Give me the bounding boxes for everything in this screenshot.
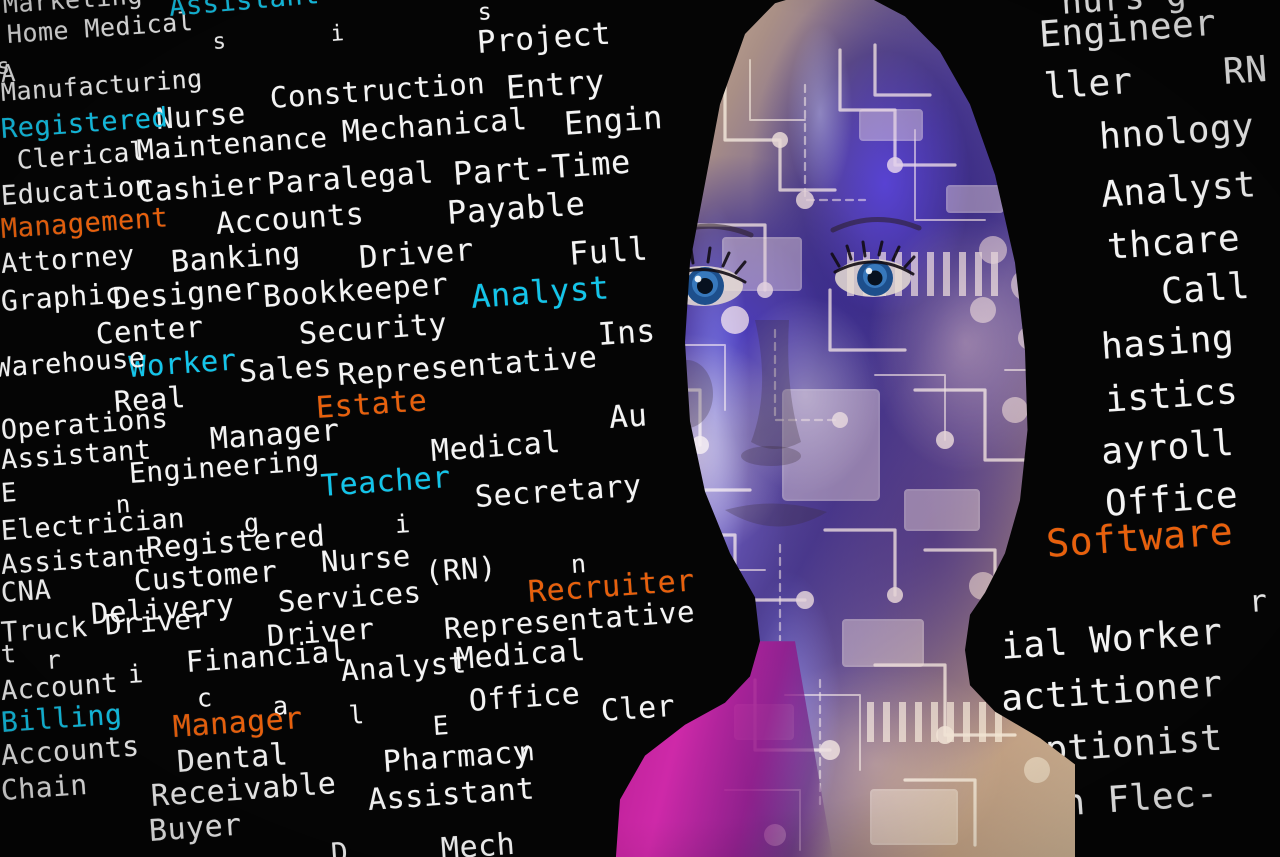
word-ins: Ins — [596, 312, 657, 353]
word-ayroll: ayroll — [1099, 422, 1236, 473]
word-payable: Payable — [445, 184, 587, 232]
word-accounts: Accounts — [0, 729, 141, 772]
word-financial: Financial — [184, 633, 349, 679]
word-assistant: Assistant — [167, 0, 321, 23]
word-pharmacy: Pharmacy — [381, 734, 533, 780]
word-hasing: hasing — [1099, 317, 1236, 368]
word-bookkeeper: Bookkeeper — [261, 267, 450, 315]
word-security: Security — [297, 306, 449, 352]
word-rn: RN — [1221, 48, 1269, 93]
word-r: r — [1247, 583, 1269, 620]
word-t: t — [0, 638, 18, 669]
word-analyst: Analyst — [469, 268, 611, 316]
word-graphic: Graphic — [0, 276, 124, 318]
word-i: i — [126, 658, 145, 689]
word-r: r — [44, 644, 63, 675]
word-assistant: Assistant — [366, 771, 536, 818]
word-ller: ller — [1042, 60, 1135, 108]
word-chain: Chain — [0, 767, 89, 807]
word-attorney: Attorney — [0, 239, 136, 280]
word-thcare: thcare — [1105, 217, 1242, 268]
word-designer: Designer — [111, 271, 263, 317]
image-canvas: MarketingHome MedicalAssistantsissAProje… — [0, 0, 1280, 857]
word-center: Center — [94, 309, 205, 351]
word-services: Services — [276, 574, 423, 619]
word-cashier: Cashier — [135, 166, 264, 209]
word-teacher: Teacher — [319, 459, 452, 504]
word-d: D — [329, 835, 350, 857]
word-engin: Engin — [562, 98, 665, 143]
word-buyer: Buyer — [147, 807, 243, 849]
word-e: E — [431, 710, 451, 742]
job-titles-word-cloud: MarketingHome MedicalAssistantsissAProje… — [0, 0, 1280, 857]
word-secretary: Secretary — [473, 468, 643, 515]
word-cna: CNA — [0, 574, 53, 609]
word-banking: Banking — [169, 235, 302, 280]
word-manufacturing: Manufacturing — [0, 63, 204, 107]
word-s: s — [476, 0, 493, 26]
word-rn: (RN) — [423, 549, 498, 589]
word-project: Project — [475, 15, 613, 61]
word-istics: istics — [1103, 370, 1240, 421]
right-eye — [830, 217, 922, 297]
word-l: l — [347, 699, 366, 730]
word-full: Full — [567, 229, 650, 273]
word-software: Software — [1044, 508, 1235, 566]
word-medical: Medical — [454, 632, 587, 677]
word-clerical: Clerical — [15, 136, 147, 176]
word-s: s — [211, 29, 228, 55]
word-mech: Mech — [439, 826, 517, 857]
word-paralegal: Paralegal — [265, 155, 435, 202]
word-analyst: Analyst — [339, 645, 468, 688]
word-representative: Representative — [336, 339, 599, 393]
word-mechanical: Mechanical — [340, 102, 529, 150]
word-au: Au — [607, 397, 649, 436]
word-i: i — [329, 21, 346, 47]
word-hnology: hnology — [1097, 106, 1256, 158]
word-medical: Medical — [429, 424, 562, 469]
word-actitioner: actitioner — [999, 663, 1224, 720]
word-office: Office — [467, 676, 582, 719]
word-truck-driver: Truck Driver — [0, 601, 210, 649]
word-engineering: Engineering — [127, 443, 321, 490]
word-analyst: Analyst — [1099, 164, 1258, 216]
word-cler: Cler — [599, 688, 677, 729]
word-e: E — [0, 477, 19, 509]
word-call: Call — [1159, 265, 1252, 313]
word-sales: Sales — [237, 348, 333, 390]
word-assistant: Assistant — [0, 539, 153, 581]
word-accounts: Accounts — [214, 196, 366, 242]
word-ial-worker: ial Worker — [999, 611, 1224, 668]
word-part-time: Part-Time — [451, 142, 632, 193]
word-warehouse: Warehouse — [0, 342, 147, 384]
word-entry: Entry — [504, 62, 607, 107]
word-driver: Driver — [357, 231, 476, 276]
word-nurse: Nurse — [319, 538, 412, 579]
word-i: i — [393, 508, 412, 539]
